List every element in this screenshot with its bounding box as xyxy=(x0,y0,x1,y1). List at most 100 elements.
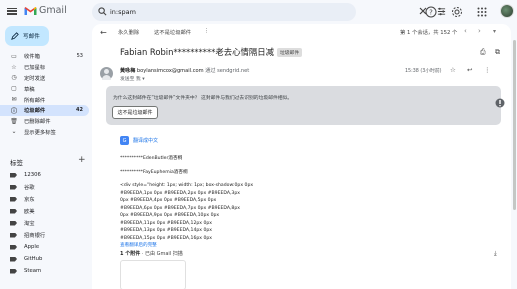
sidebar-item-all-mail[interactable]: ✉ 所有邮件 xyxy=(0,94,89,105)
chevron-down-icon: ⌄ xyxy=(11,128,17,136)
main-menu-icon[interactable] xyxy=(7,6,17,16)
print-icon[interactable]: ⎙ xyxy=(480,48,486,57)
sidebar-label-euro-us[interactable]: 欧美 xyxy=(0,205,45,217)
draft-icon: ▢ xyxy=(11,85,17,93)
sidebar-item-more[interactable]: ⌄ 显示更多标签 xyxy=(0,127,89,138)
sidebar-label-steam[interactable]: Steam xyxy=(0,265,45,277)
top-bar: Gmail ? xyxy=(0,0,517,24)
via-text: 通过 xyxy=(205,68,216,74)
sidebar-label-google[interactable]: 谷歌 xyxy=(0,181,45,193)
sender-email: boylansimcox@gmail.com xyxy=(136,68,204,74)
sidebar-item-starred[interactable]: ☆ 已加星标 xyxy=(0,62,89,73)
google-translate-icon: G xyxy=(120,136,129,145)
sidebar-item-spam[interactable]: ⓘ 垃圾邮件 42 xyxy=(0,104,89,116)
sidebar-label-jd[interactable]: 京东 xyxy=(0,193,45,205)
settings-gear-icon[interactable] xyxy=(451,6,463,18)
prev-page-icon[interactable]: ‹ xyxy=(464,27,467,35)
sidebar-label-12306[interactable]: 12306 xyxy=(0,169,45,181)
input-tools-icon[interactable]: ▾ xyxy=(493,28,496,35)
pencil-icon xyxy=(11,32,19,40)
search-icon[interactable] xyxy=(98,7,107,16)
label-name: 谷歌 xyxy=(24,185,35,191)
not-spam-button[interactable]: 这不是垃圾邮件 xyxy=(112,106,158,119)
body-line: **********EdenButler酒杏桐 xyxy=(120,156,183,161)
gmail-logo[interactable]: Gmail xyxy=(24,5,67,16)
open-new-window-icon[interactable]: ⧉ xyxy=(495,48,500,57)
sidebar-item-label: 已删除邮件 xyxy=(24,119,51,126)
translate-bar[interactable]: G 翻译成中文 xyxy=(120,136,158,145)
delete-forever-button[interactable]: 永久删除 xyxy=(118,28,139,36)
label-tag-icon xyxy=(10,184,17,190)
not-spam-toolbar-button[interactable]: 这不是垃圾邮件 xyxy=(154,28,191,36)
attachments-header: 1 个附件 · 已由 Gmail 扫描 xyxy=(120,250,183,257)
recipient-line[interactable]: 发送至 我 ▾ xyxy=(120,75,145,82)
recipient-text: 发送至 我 xyxy=(120,77,141,82)
unread-count: 53 xyxy=(76,53,83,60)
label-name: 淘宝 xyxy=(24,221,35,227)
attachment-thumbnail[interactable] xyxy=(120,260,186,289)
attachment-scan-note: · 已由 Gmail 扫描 xyxy=(141,251,183,257)
more-options-icon[interactable]: ⋮ xyxy=(484,66,491,74)
body-code-line: #B9EEDA,15px 0px #B9EEDA,16px 0px xyxy=(120,235,213,241)
trash-icon: 🗑 xyxy=(10,117,18,125)
sidebar-item-label: 已加星标 xyxy=(24,65,46,72)
back-arrow-icon[interactable]: ← xyxy=(100,28,107,37)
labels-heading: 标签 xyxy=(10,159,23,167)
star-icon: ☆ xyxy=(11,63,17,71)
gmail-m-icon xyxy=(24,6,37,15)
sidebar-item-label: 所有邮件 xyxy=(24,97,46,104)
label-name: Steam xyxy=(24,268,42,274)
search-input[interactable] xyxy=(110,6,310,18)
apps-grid-icon[interactable] xyxy=(476,6,488,18)
label-name: GitHub xyxy=(24,256,43,262)
sender-avatar xyxy=(100,67,113,80)
search-bar[interactable] xyxy=(92,3,446,21)
via-domain[interactable]: sendgrid.net xyxy=(217,68,249,74)
pagination-text: 第 1 个会话，共 152 个 xyxy=(400,30,458,36)
filter-options-icon[interactable] xyxy=(437,7,446,16)
sidebar-item-label: 垃圾邮件 xyxy=(24,108,46,115)
spam-icon: ⓘ xyxy=(10,107,17,115)
label-tag-icon xyxy=(10,256,17,262)
inbox-icon: ▭ xyxy=(11,52,17,60)
label-tag-icon xyxy=(10,244,17,250)
label-tag-icon xyxy=(10,268,17,274)
sidebar-label-github[interactable]: GitHub xyxy=(0,253,45,265)
sidebar-item-drafts[interactable]: ▢ 草稿 xyxy=(0,83,89,94)
message-toolbar: ← 永久删除 这不是垃圾邮件 ⋮ 第 1 个会话，共 152 个 ‹ › ▾ xyxy=(92,24,511,40)
next-page-icon[interactable]: › xyxy=(478,27,481,35)
sidebar-item-scheduled[interactable]: ◷ 定时发送 xyxy=(0,73,89,84)
body-code-line: 0px #B9EEDA,9px 0px #B9EEDA,10px 0px xyxy=(120,213,220,218)
star-icon[interactable]: ☆ xyxy=(450,66,456,74)
mail-icon: ✉ xyxy=(11,96,17,104)
body-code-line: 0px #B9EEDA,4px 0px #B9EEDA,5px 0px xyxy=(120,198,217,203)
account-avatar[interactable] xyxy=(500,4,514,18)
add-label-icon[interactable]: + xyxy=(78,155,86,165)
more-options-icon[interactable]: ⋮ xyxy=(204,28,209,34)
spam-badge[interactable]: 垃圾邮件 xyxy=(276,48,303,57)
add-to-drive-icon[interactable]: ⤓ xyxy=(494,250,497,258)
compose-button[interactable]: 写邮件 xyxy=(5,26,49,46)
full-translation-link[interactable]: 查看翻译后的完整 xyxy=(120,243,157,248)
sidebar-label-cmb[interactable]: 招商银行 xyxy=(0,229,45,241)
attachment-count: 1 个附件 xyxy=(120,251,141,257)
sidebar-label-taobao[interactable]: 淘宝 xyxy=(0,217,45,229)
reply-icon[interactable]: ↩ xyxy=(467,66,472,74)
message-body: **********EdenButler酒杏桐 **********FayEup… xyxy=(120,155,370,250)
body-code-line: #B9EEDA,1px 0px #B9EEDA,2px 0px #B9EEDA,… xyxy=(120,190,240,196)
label-name: 京东 xyxy=(24,197,35,203)
translate-link[interactable]: 翻译成中文 xyxy=(133,137,158,144)
sidebar-item-trash[interactable]: 🗑 已删除邮件 xyxy=(0,116,89,127)
label-name: Apple xyxy=(24,244,40,250)
sender-name[interactable]: 黄咏梅 xyxy=(120,68,135,74)
sidebar-item-label: 显示更多标签 xyxy=(24,129,56,136)
label-tag-icon xyxy=(10,232,17,238)
compose-label: 写邮件 xyxy=(23,34,40,40)
scrollbar[interactable] xyxy=(513,40,516,210)
sidebar-item-label: 定时发送 xyxy=(24,75,46,82)
label-name: 招商银行 xyxy=(24,233,46,239)
sidebar-item-label: 收件箱 xyxy=(24,54,40,61)
sidebar-item-inbox[interactable]: ▭ 收件箱 53 xyxy=(0,51,89,62)
help-icon[interactable]: ? xyxy=(425,6,437,18)
sidebar-label-apple[interactable]: Apple xyxy=(0,241,45,253)
